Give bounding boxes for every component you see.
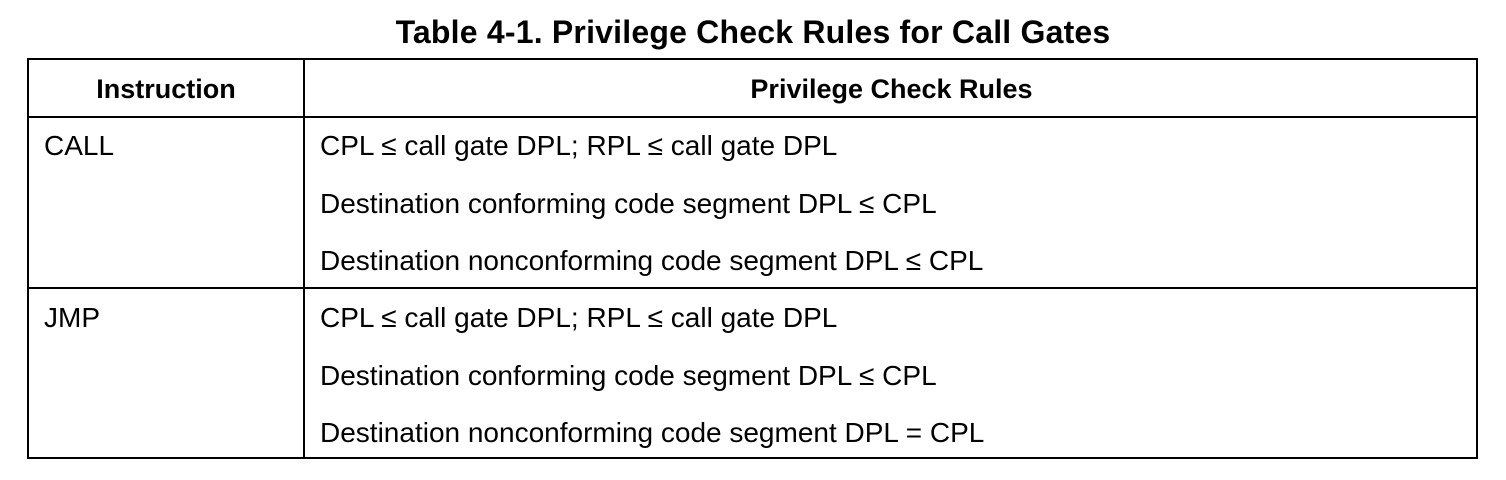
jmp-rule-1: CPL ≤ call gate DPL; RPL ≤ call gate DPL [320, 302, 838, 333]
privilege-check-table: Instruction Privilege Check Rules CALL C… [27, 58, 1478, 459]
call-rule-3: Destination nonconforming code segment D… [320, 245, 984, 276]
header-instruction: Instruction [96, 74, 236, 104]
instruction-jmp: JMP [44, 302, 100, 333]
jmp-rule-2: Destination conforming code segment DPL … [320, 360, 937, 391]
table-caption: Table 4-1. Privilege Check Rules for Cal… [395, 14, 1111, 50]
call-rule-2: Destination conforming code segment DPL … [320, 188, 937, 219]
header-privilege-check-rules: Privilege Check Rules [750, 74, 1033, 104]
call-rule-1: CPL ≤ call gate DPL; RPL ≤ call gate DPL [320, 130, 838, 161]
jmp-rule-3: Destination nonconforming code segment D… [320, 417, 985, 448]
header-divider [29, 116, 1476, 118]
instruction-call: CALL [44, 130, 115, 161]
row-divider [29, 287, 1476, 289]
column-divider [303, 60, 305, 457]
